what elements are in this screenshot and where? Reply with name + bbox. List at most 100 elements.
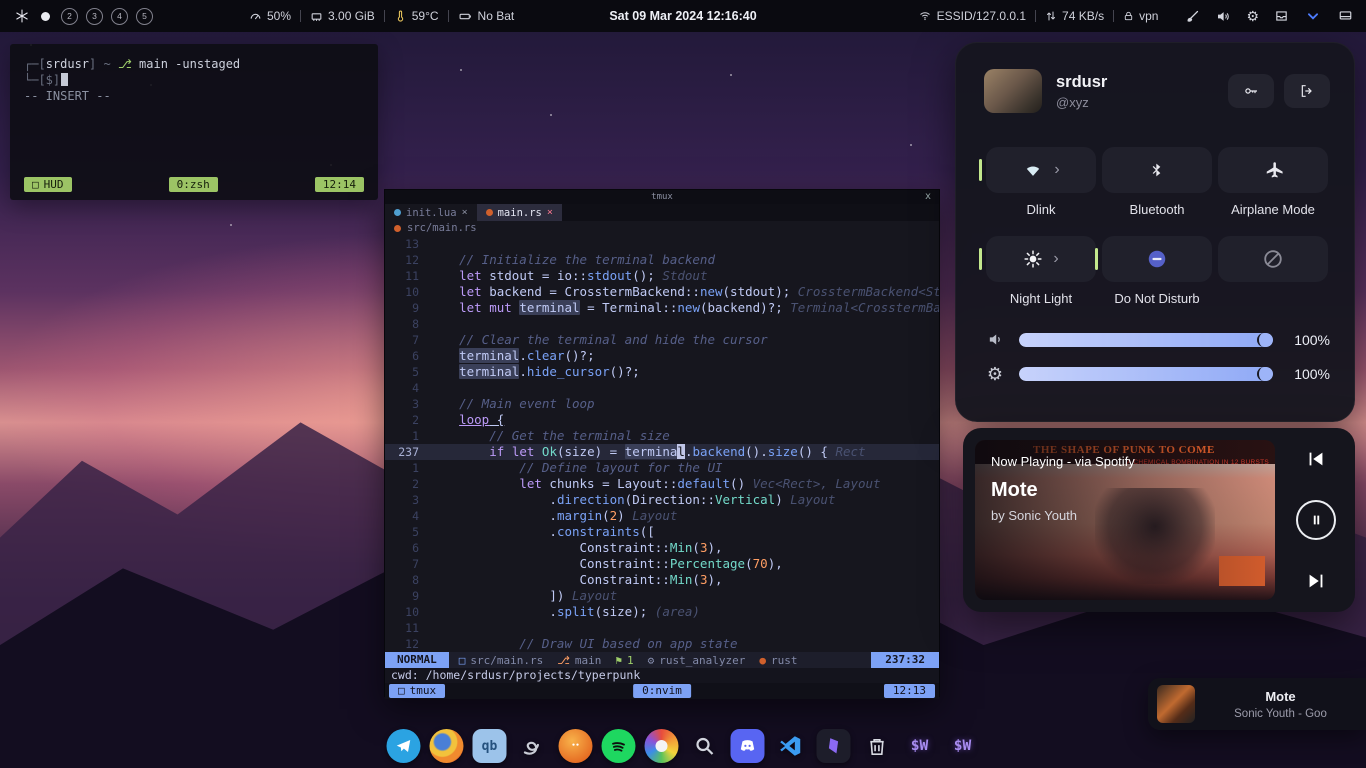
workspace-active-dot[interactable] <box>41 12 50 21</box>
tmux-window-nvim[interactable]: 0:nvim <box>633 684 691 698</box>
prompt-line2: └─[$] <box>24 73 60 87</box>
code-editor[interactable]: 1312 // Initialize the terminal backend1… <box>385 236 939 652</box>
tab-main-rs[interactable]: main.rs × <box>477 204 562 221</box>
dock-swirl-app-icon[interactable] <box>515 728 551 764</box>
toggle-blocked[interactable] <box>1218 236 1328 282</box>
dock-obsidian-icon[interactable] <box>816 728 852 764</box>
tab-close-button[interactable]: × <box>547 207 553 218</box>
hud-label: HUD <box>44 177 64 192</box>
paintbrush-icon[interactable] <box>1185 9 1200 24</box>
workspace-3[interactable]: 3 <box>86 8 103 25</box>
cpu-stat: 50% <box>249 9 291 23</box>
code-line: 4 <box>385 380 939 396</box>
thermometer-icon <box>394 10 407 23</box>
statusline-item-rust: ●rust <box>759 654 797 667</box>
logout-button[interactable] <box>1284 74 1330 108</box>
toggle-airplane[interactable] <box>1218 147 1328 193</box>
distro-logo-icon[interactable] <box>14 8 30 24</box>
tmux-window-zsh[interactable]: 0:zsh <box>169 177 218 192</box>
dock-spotify-icon[interactable] <box>601 728 637 764</box>
pause-button[interactable] <box>1296 500 1336 540</box>
media-controls <box>1285 440 1347 600</box>
panel-toggle-chevron-icon[interactable] <box>1304 9 1322 23</box>
terminal-cursor <box>61 73 68 86</box>
wifi-stat[interactable]: ESSID/127.0.0.1 <box>918 9 1026 23</box>
dock-magnifier-icon[interactable] <box>687 728 723 764</box>
slash-circle-icon <box>1262 248 1284 270</box>
system-tray: ⚙ <box>1185 9 1354 24</box>
brightness-slider[interactable] <box>1019 367 1273 381</box>
clock[interactable]: Sat 09 Mar 2024 12:16:40 <box>609 9 756 23</box>
terminal-window[interactable]: ┌─[srdusr] ~ ⎇ main -unstaged └─[$] -- I… <box>10 44 378 200</box>
tab-close-button[interactable]: × <box>462 207 468 218</box>
night-light-icon <box>1023 249 1043 269</box>
media-notification[interactable]: Mote Sonic Youth - Goo <box>1148 678 1366 730</box>
tab-init-lua[interactable]: init.lua × <box>385 204 477 221</box>
chevron-right-icon[interactable]: › <box>1054 162 1059 178</box>
clipboard-tray-icon[interactable] <box>1274 9 1289 23</box>
workspace-2[interactable]: 2 <box>61 8 78 25</box>
dock-firefox-icon[interactable] <box>429 728 465 764</box>
user-handle: @xyz <box>1056 95 1107 110</box>
dock-orange-app-icon[interactable] <box>558 728 594 764</box>
code-line: 9 ]) Layout <box>385 588 939 604</box>
speaker-icon[interactable] <box>1215 9 1231 24</box>
hud-widget[interactable]: □HUD <box>24 177 72 192</box>
code-line: 6 Constraint::Min(3), <box>385 540 939 556</box>
session-label: tmux <box>410 684 437 698</box>
separator <box>1035 10 1036 22</box>
vpn-stat[interactable]: vpn <box>1123 9 1158 23</box>
previous-track-button[interactable] <box>1305 448 1327 470</box>
dock-dollar-w-2-icon[interactable]: $W <box>945 728 981 764</box>
settings-gear-icon[interactable]: ⚙ <box>1246 9 1259 23</box>
statusline-text: 1 <box>627 654 634 667</box>
separator <box>384 10 385 22</box>
next-track-button[interactable] <box>1305 570 1327 592</box>
editor-window[interactable]: tmux x init.lua × main.rs × src/main.rs … <box>384 189 940 697</box>
toggle-bluetooth[interactable] <box>1102 147 1212 193</box>
active-indicator <box>1095 248 1098 270</box>
screen-layout-icon[interactable] <box>1337 9 1354 23</box>
tmux-status-bar: □HUD 0:zsh 12:14 <box>24 177 364 192</box>
statusline: NORMAL □src/main.rs⎇main⚑1⚙rust_analyzer… <box>385 652 939 668</box>
password-key-button[interactable] <box>1228 74 1274 108</box>
tmux-session[interactable]: □tmux <box>389 684 445 698</box>
slider-thumb[interactable] <box>1257 333 1273 347</box>
volume-slider[interactable] <box>1019 333 1273 347</box>
dock-qutebrowser-icon[interactable]: qb <box>472 728 508 764</box>
temp-value: 59°C <box>412 9 439 23</box>
toggle-night-light[interactable]: › <box>986 236 1096 282</box>
dock-trash-icon[interactable] <box>859 728 895 764</box>
winbar: src/main.rs <box>385 221 939 236</box>
slider-thumb[interactable] <box>1257 367 1273 381</box>
dock-photos-icon[interactable] <box>644 728 680 764</box>
active-indicator <box>979 248 982 270</box>
statusline-icon: ⚙ <box>648 654 655 667</box>
notification-title: Mote <box>1205 689 1356 704</box>
lock-icon <box>1123 10 1134 22</box>
toggle-dlink[interactable]: › <box>986 147 1096 193</box>
sliders-section: 100% ⚙ 100% <box>956 331 1354 383</box>
quick-toggles-grid: ›DlinkBluetoothAirplane Mode›Night Light… <box>986 147 1328 307</box>
git-branch-icon: ⎇ <box>118 57 132 71</box>
brightness-value: 100% <box>1286 366 1330 382</box>
volume-value: 100% <box>1286 332 1330 348</box>
buffer-tabbar: init.lua × main.rs × <box>385 204 939 221</box>
toggle-do-not-disturb[interactable] <box>1102 236 1212 282</box>
logout-icon <box>1298 83 1316 99</box>
cpu-gauge-icon <box>249 10 262 23</box>
dock-vscode-icon[interactable] <box>773 728 809 764</box>
workspace-5[interactable]: 5 <box>136 8 153 25</box>
dock-telegram-icon[interactable] <box>386 728 422 764</box>
statusline-item-rust_analyzer: ⚙rust_analyzer <box>648 654 746 667</box>
rust-file-icon <box>394 225 401 232</box>
track-artist: by Sonic Youth <box>991 508 1135 523</box>
dock-discord-icon[interactable] <box>730 728 766 764</box>
code-line: 7 Constraint::Percentage(70), <box>385 556 939 572</box>
dock-dollar-w-icon[interactable]: $W <box>902 728 938 764</box>
updown-arrows-icon <box>1045 10 1057 22</box>
cpu-value: 50% <box>267 9 291 23</box>
window-close-button[interactable]: x <box>925 190 931 204</box>
chevron-right-icon[interactable]: › <box>1053 251 1058 267</box>
workspace-4[interactable]: 4 <box>111 8 128 25</box>
